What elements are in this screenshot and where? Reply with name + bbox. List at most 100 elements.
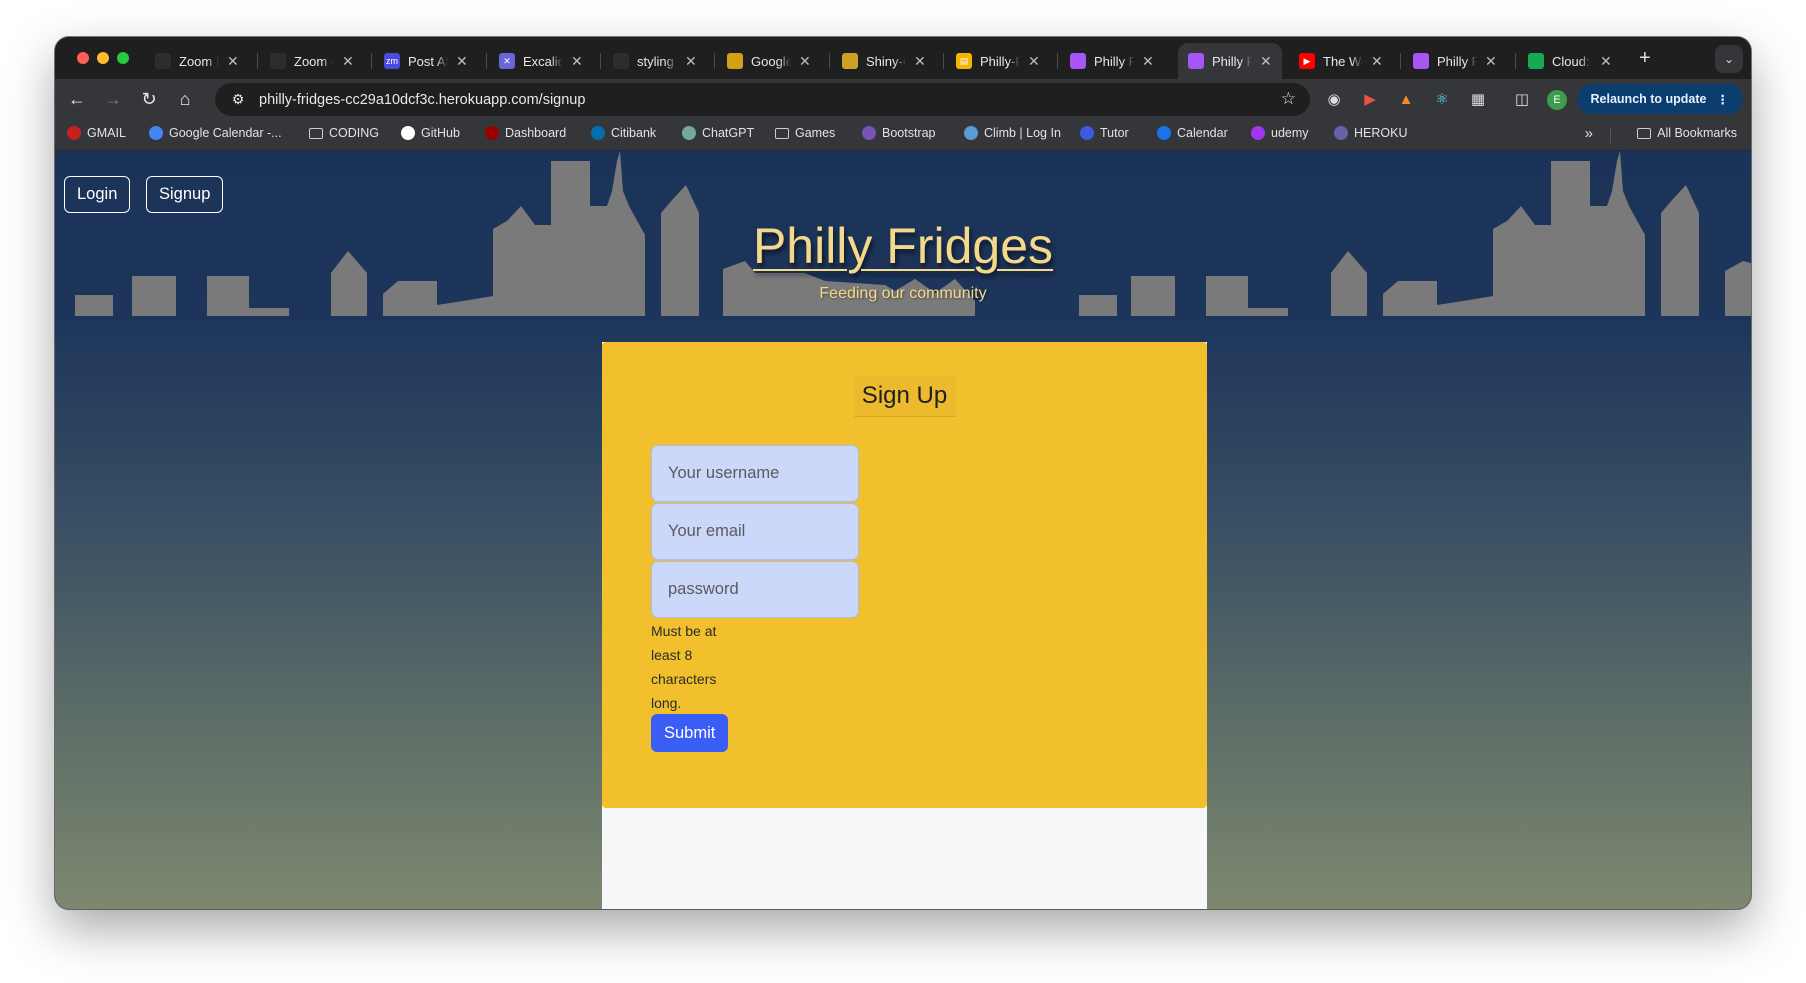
- reload-button[interactable]: ↻: [137, 87, 161, 111]
- tab-close-icon[interactable]: ✕: [685, 53, 697, 70]
- tab-strip: Zoom I ✕ Zoom - ✕ zm Post At ✕ ✕ Excalid ✕ styling…: [55, 37, 1751, 79]
- submit-button[interactable]: Submit: [651, 714, 729, 752]
- fox-extension-icon[interactable]: ▲: [1395, 88, 1417, 110]
- bookmark-label: Calendar: [1177, 126, 1228, 140]
- loading-spinner-favicon: [613, 53, 629, 69]
- form-title: Sign Up: [853, 376, 956, 417]
- tab-close-icon[interactable]: ✕: [1142, 53, 1154, 70]
- tab-title: The Wo: [1323, 53, 1363, 69]
- bookmark-item[interactable]: Citibank: [591, 126, 656, 140]
- folder-icon: [775, 127, 789, 139]
- browser-tab[interactable]: styling ✕: [603, 43, 707, 79]
- bookmark-star-icon[interactable]: ☆: [1281, 89, 1296, 109]
- tab-close-icon[interactable]: ✕: [1485, 53, 1497, 70]
- bookmarks-bar: GMAIL Google Calendar -... CODING GitHub Das…: [55, 119, 1751, 151]
- slides-favicon: ▤: [956, 53, 972, 69]
- bookmark-item[interactable]: Climb | Log In: [964, 126, 1061, 140]
- bookmark-item[interactable]: GMAIL: [67, 126, 126, 140]
- tab-title: Google: [751, 53, 791, 69]
- back-button[interactable]: ←: [65, 87, 89, 111]
- browser-tab[interactable]: Philly F ✕: [1403, 43, 1507, 79]
- tab-close-icon[interactable]: ✕: [799, 53, 811, 70]
- vite-favicon: [1188, 53, 1204, 69]
- tab-separator: [943, 53, 944, 69]
- tab-close-icon[interactable]: ✕: [914, 53, 926, 70]
- bookmark-item[interactable]: CODING: [309, 126, 379, 140]
- bookmark-label: Dashboard: [505, 126, 567, 140]
- close-window-button[interactable]: [77, 52, 89, 64]
- bookmark-item[interactable]: ChatGPT: [682, 126, 754, 140]
- tab-title: Cloud:: [1552, 53, 1590, 69]
- vite-favicon: [1070, 53, 1086, 69]
- login-button[interactable]: Login: [64, 176, 131, 213]
- all-bookmarks-folder[interactable]: All Bookmarks: [1637, 126, 1737, 140]
- tab-close-icon[interactable]: ✕: [342, 53, 354, 70]
- google-drive-favicon: [727, 53, 743, 69]
- tab-title: Post At: [408, 53, 448, 69]
- all-bookmarks-label: All Bookmarks: [1657, 126, 1737, 140]
- tab-close-icon[interactable]: ✕: [571, 53, 583, 70]
- zm-favicon: zm: [384, 53, 400, 69]
- browser-tab[interactable]: Cloud: ✕: [1518, 43, 1622, 79]
- bookmarks-divider: [1610, 128, 1611, 143]
- tab-close-icon[interactable]: ✕: [456, 53, 468, 70]
- heroku-icon: [1334, 126, 1348, 140]
- tab-search-button[interactable]: ⌄: [1715, 45, 1743, 73]
- browser-tab[interactable]: Zoom - ✕: [260, 43, 364, 79]
- more-bookmarks-chevron-icon[interactable]: »: [1585, 125, 1593, 142]
- bookmark-label: Bootstrap: [882, 126, 936, 140]
- browser-tab[interactable]: Shiny-C ✕: [832, 43, 936, 79]
- address-bar[interactable]: ⚙ philly-fridges-cc29a10dcf3c.herokuapp.…: [215, 83, 1310, 116]
- browser-tab[interactable]: ▶ The Wo ✕: [1289, 43, 1393, 79]
- camera-extension-icon[interactable]: ◉: [1323, 88, 1345, 110]
- bookmark-item[interactable]: udemy: [1251, 126, 1309, 140]
- home-button[interactable]: ⌂: [173, 87, 197, 111]
- bookmark-label: ChatGPT: [702, 126, 755, 140]
- forward-button[interactable]: →: [101, 87, 125, 111]
- email-input[interactable]: [651, 503, 859, 560]
- site-settings-icon[interactable]: ⚙: [223, 91, 253, 108]
- browser-tab[interactable]: Google ✕: [717, 43, 821, 79]
- password-input[interactable]: [651, 561, 859, 618]
- minimize-window-button[interactable]: [97, 52, 109, 64]
- bookmark-label: GitHub: [421, 126, 460, 140]
- tab-close-icon[interactable]: ✕: [227, 53, 239, 70]
- tab-separator: [486, 53, 487, 69]
- bookmark-item[interactable]: GitHub: [401, 126, 460, 140]
- fullscreen-window-button[interactable]: [117, 52, 129, 64]
- side-panel-icon[interactable]: ◫: [1511, 88, 1533, 110]
- extensions-puzzle-icon[interactable]: ▦: [1467, 88, 1489, 110]
- tab-close-icon[interactable]: ✕: [1028, 53, 1040, 70]
- climb-icon: [964, 126, 978, 140]
- upenn-shield-favicon: [270, 53, 286, 69]
- bookmark-item[interactable]: Google Calendar -...: [149, 126, 282, 140]
- tab-separator: [257, 53, 258, 69]
- browser-tab[interactable]: zm Post At ✕: [374, 43, 478, 79]
- react-devtools-icon[interactable]: ⚛: [1431, 88, 1453, 110]
- bookmark-item[interactable]: Games: [775, 126, 835, 140]
- tab-close-icon[interactable]: ✕: [1260, 53, 1272, 70]
- bookmark-item[interactable]: HEROKU: [1334, 126, 1407, 140]
- browser-tab[interactable]: Zoom I ✕: [145, 43, 249, 79]
- bookmark-item[interactable]: Dashboard: [485, 126, 566, 140]
- browser-tab[interactable]: Philly F ✕: [1178, 43, 1282, 79]
- record-extension-icon[interactable]: ▶: [1359, 88, 1381, 110]
- profile-avatar[interactable]: E: [1547, 90, 1567, 110]
- site-title[interactable]: Philly Fridges: [55, 217, 1751, 275]
- bookmark-item[interactable]: Tutor: [1080, 126, 1129, 140]
- tab-title: Zoom I: [179, 53, 219, 69]
- new-tab-button[interactable]: +: [1639, 47, 1651, 70]
- bookmark-item[interactable]: Bootstrap: [862, 126, 936, 140]
- browser-tab[interactable]: ✕ Excalid ✕: [489, 43, 593, 79]
- username-input[interactable]: [651, 445, 859, 502]
- relaunch-button[interactable]: Relaunch to update ⋮: [1576, 84, 1743, 114]
- browser-tab[interactable]: ▤ Philly-F ✕: [946, 43, 1050, 79]
- tab-close-icon[interactable]: ✕: [1371, 53, 1383, 70]
- bookmark-label: Google Calendar -...: [169, 126, 282, 140]
- upenn-shield-icon: [485, 126, 499, 140]
- calendar-14-icon: [1157, 126, 1171, 140]
- tab-close-icon[interactable]: ✕: [1600, 53, 1612, 70]
- signup-button[interactable]: Signup: [146, 176, 224, 213]
- bookmark-item[interactable]: Calendar: [1157, 126, 1228, 140]
- browser-tab[interactable]: Philly F ✕: [1060, 43, 1164, 79]
